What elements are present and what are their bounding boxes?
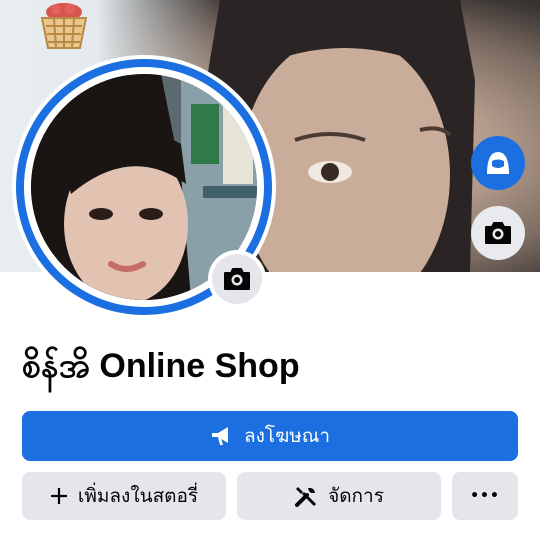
cover-camera-button[interactable] (471, 206, 525, 260)
manage-label: จัดการ (328, 485, 384, 507)
tools-icon (294, 484, 318, 508)
camera-icon (485, 222, 511, 244)
manage-button[interactable]: จัดการ (237, 472, 441, 520)
promote-label: ลงโฆษณา (243, 425, 331, 447)
plus-icon (50, 487, 68, 505)
add-to-story-label: เพิ่มลงในสตอรี่ (77, 485, 199, 507)
promote-button[interactable]: ลงโฆษณา (22, 411, 518, 461)
camera-icon (224, 268, 250, 290)
more-options-button[interactable]: ••• (452, 472, 518, 520)
avatar-edit-button[interactable] (471, 136, 525, 190)
avatar-icon (487, 152, 509, 174)
megaphone-icon (210, 425, 234, 447)
page-title: စိန်အိ Online Shop (22, 347, 300, 385)
profile-camera-button[interactable] (208, 250, 266, 308)
add-to-story-button[interactable]: เพิ่มลงในสตอรี่ (22, 472, 226, 520)
basket-sticker (40, 3, 88, 49)
more-icon: ••• (470, 488, 500, 504)
